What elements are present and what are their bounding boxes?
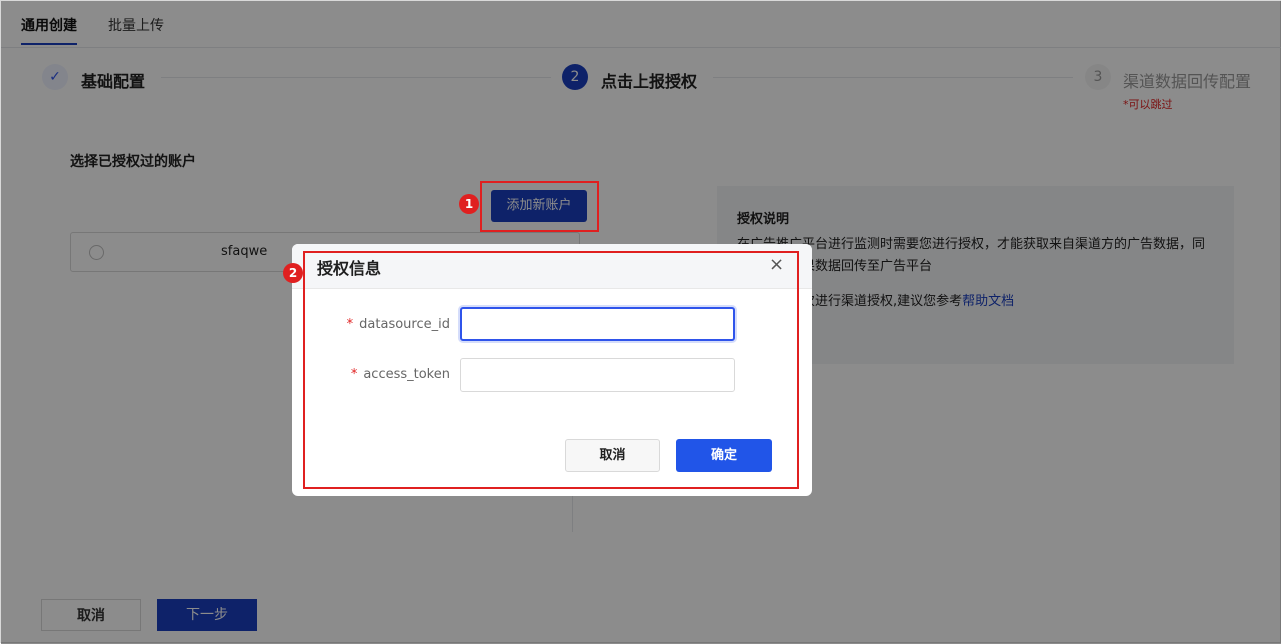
- annotation-badge-2: 2: [283, 263, 303, 283]
- annotation-frame-1: [480, 181, 599, 232]
- annotation-badge-1: 1: [459, 194, 479, 214]
- page: 通用创建 批量上传 ✓ 基础配置 2 点击上报授权 3 渠道数据回传配置 *可以…: [0, 0, 1281, 644]
- annotation-frame-2: [303, 251, 799, 489]
